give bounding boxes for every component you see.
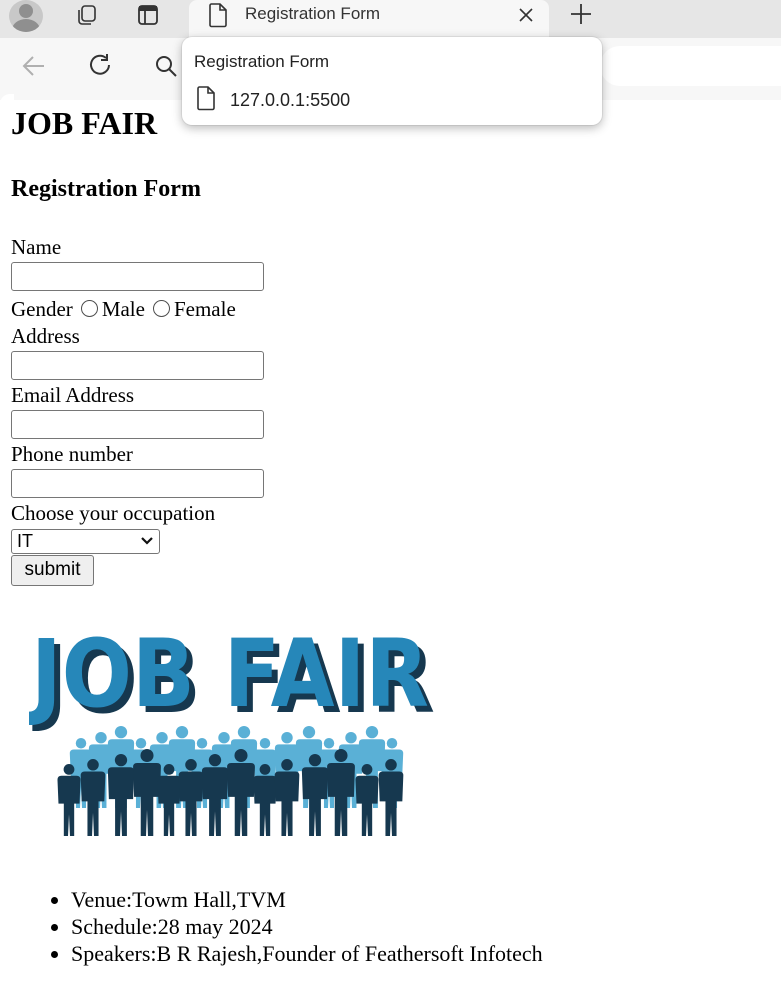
job-fair-poster: JOB FAIR JOB FAIR bbox=[29, 620, 435, 836]
workspaces-icon[interactable] bbox=[73, 2, 99, 28]
page-heading: JOB FAIR bbox=[11, 105, 158, 141]
crowd-silhouettes bbox=[57, 726, 404, 836]
file-icon bbox=[206, 2, 230, 33]
hover-card-url: 127.0.0.1:5500 bbox=[230, 90, 351, 110]
search-icon[interactable] bbox=[150, 50, 182, 82]
plus-icon bbox=[571, 4, 591, 24]
submit-button[interactable]: submit bbox=[11, 555, 94, 586]
form-title: Registration Form bbox=[11, 176, 201, 202]
speakers-item: Speakers:B R Rajesh,Founder of Featherso… bbox=[71, 940, 543, 967]
email-label: Email Address bbox=[11, 383, 135, 407]
email-input[interactable] bbox=[11, 410, 264, 439]
gender-label: Gender bbox=[11, 297, 73, 321]
male-label: Male bbox=[101, 297, 145, 321]
tab-hover-card: Registration Form 127.0.0.1:5500 bbox=[182, 37, 602, 125]
hover-card-title: Registration Form bbox=[194, 52, 330, 71]
event-details-list: Venue:Towm Hall,TVM Schedule:28 may 2024… bbox=[11, 886, 543, 967]
new-tab-button[interactable] bbox=[567, 0, 595, 28]
tab-title: Registration Form bbox=[245, 4, 381, 23]
phone-label: Phone number bbox=[11, 442, 133, 466]
arrow-left-icon bbox=[22, 56, 44, 76]
occupation-selected: IT bbox=[17, 531, 33, 551]
refresh-button[interactable] bbox=[85, 50, 117, 82]
schedule-item: Schedule:28 may 2024 bbox=[71, 913, 543, 940]
close-icon[interactable] bbox=[514, 3, 538, 27]
address-bar[interactable] bbox=[600, 46, 781, 86]
address-label: Address bbox=[11, 324, 80, 348]
occupation-label: Choose your occupation bbox=[11, 501, 216, 525]
occupation-select[interactable]: IT bbox=[11, 529, 160, 554]
address-input[interactable] bbox=[11, 351, 264, 380]
chevron-down-icon bbox=[139, 532, 155, 554]
tab-strip: Registration Form bbox=[0, 0, 781, 38]
female-radio[interactable] bbox=[152, 300, 170, 317]
tab-registration-form[interactable]: Registration Form bbox=[189, 0, 549, 38]
venue-item: Venue:Towm Hall,TVM bbox=[71, 886, 543, 913]
profile-avatar[interactable] bbox=[9, 0, 43, 32]
gender-group: Gender Male Female bbox=[11, 297, 236, 322]
back-button[interactable] bbox=[18, 50, 50, 82]
name-label: Name bbox=[11, 235, 62, 259]
file-icon bbox=[194, 85, 218, 116]
poster-text: JOB FAIR bbox=[29, 620, 429, 729]
male-radio[interactable] bbox=[80, 300, 98, 317]
female-label: Female bbox=[173, 297, 236, 321]
refresh-icon bbox=[90, 54, 110, 75]
phone-input[interactable] bbox=[11, 469, 264, 498]
name-input[interactable] bbox=[11, 262, 264, 291]
tab-actions-icon[interactable] bbox=[135, 2, 161, 28]
